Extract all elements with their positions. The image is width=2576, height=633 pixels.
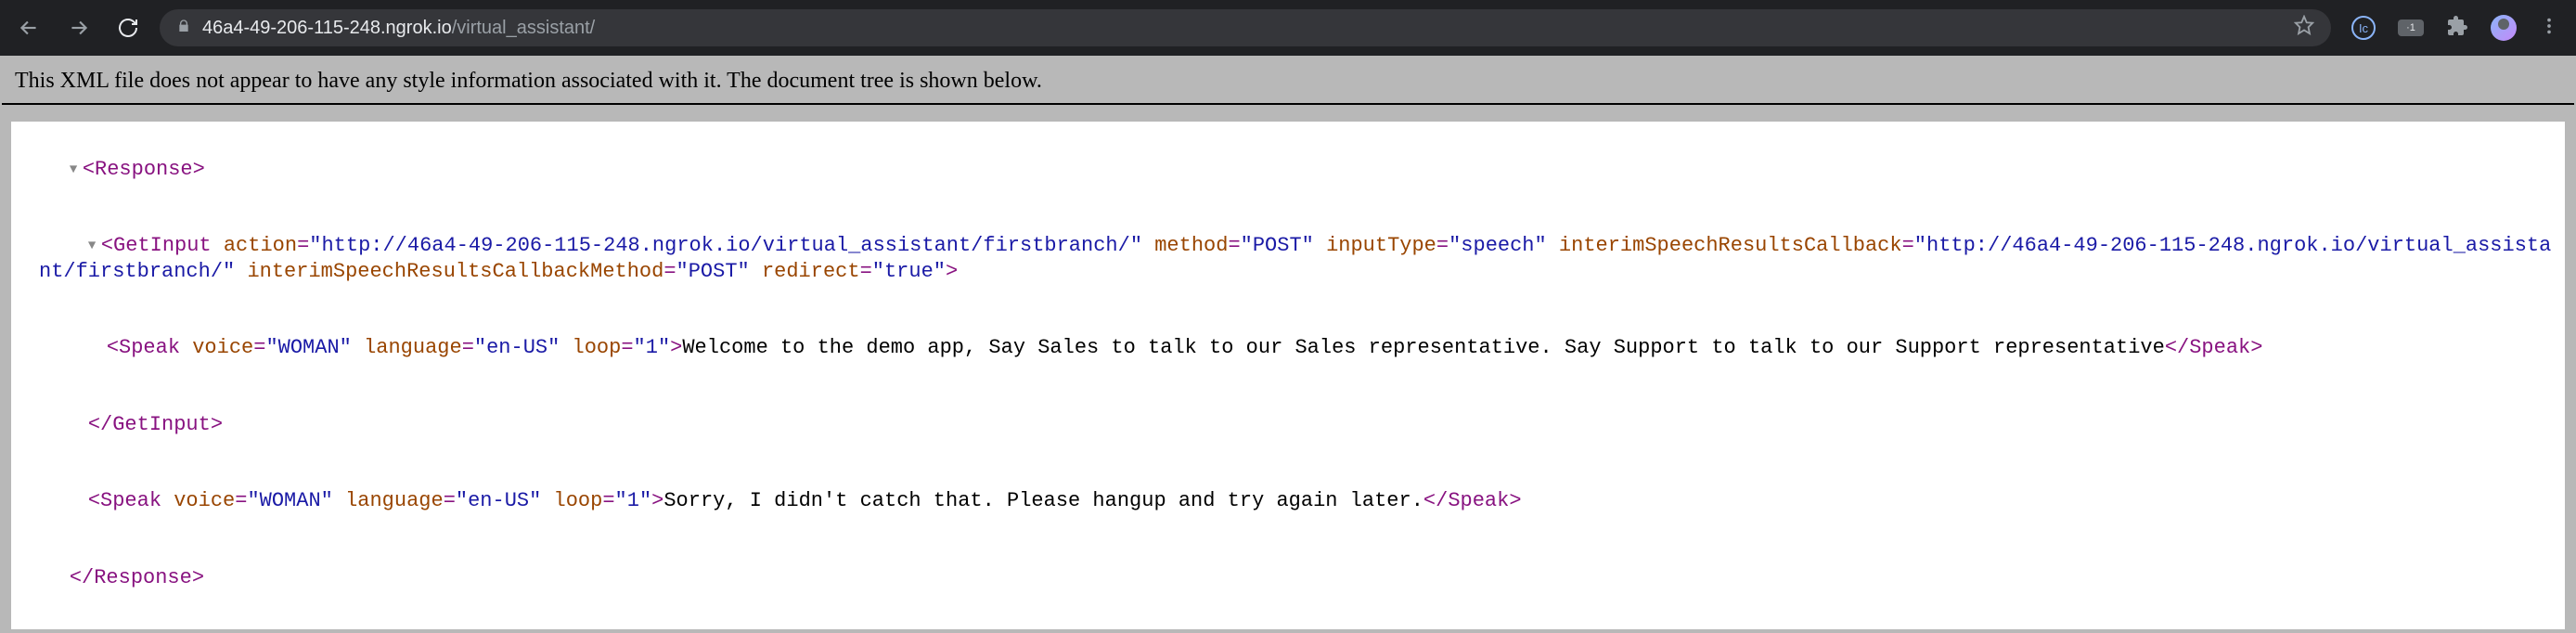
speak1-text: Welcome to the demo app, Say Sales to ta… [682,336,2164,359]
xml-node-speak1[interactable]: <Speak voice="WOMAN" language="en-US" lo… [58,310,2556,387]
extension-circle-icon[interactable]: Ic [2351,16,2376,40]
xml-node-getinput-close[interactable]: </GetInput> [39,386,2556,463]
xml-node-response-close[interactable]: </Response> [20,539,2556,616]
toolbar-right-group: Ic ·1 [2351,15,2559,42]
reload-button[interactable] [117,17,139,39]
url-text: 46a4-49-206-115-248.ngrok.io/virtual_ass… [202,18,2283,39]
extensions-puzzle-icon[interactable] [2446,15,2468,42]
xml-info-banner: This XML file does not appear to have an… [2,56,2574,105]
profile-avatar[interactable] [2491,15,2517,41]
extension-badge-icon[interactable]: ·1 [2398,19,2424,36]
kebab-menu-icon[interactable] [2539,16,2559,41]
disclosure-triangle-icon[interactable]: ▼ [88,239,101,255]
bookmark-star-icon[interactable] [2294,15,2314,41]
xml-tree-panel: ▼<Response> ▼<GetInput action="http://46… [11,122,2565,629]
address-bar[interactable]: 46a4-49-206-115-248.ngrok.io/virtual_ass… [160,9,2331,46]
url-host: 46a4-49-206-115-248.ngrok.io [202,18,452,38]
back-button[interactable] [17,16,41,40]
browser-toolbar: 46a4-49-206-115-248.ngrok.io/virtual_ass… [0,0,2576,56]
lock-icon [176,18,191,39]
xml-node-response-open[interactable]: ▼<Response> [20,131,2556,208]
xml-node-getinput-open[interactable]: ▼<GetInput action="http://46a4-49-206-11… [39,208,2556,310]
disclosure-triangle-icon[interactable]: ▼ [70,162,83,179]
forward-button[interactable] [67,16,91,40]
nav-button-group [17,16,139,40]
url-path: /virtual_assistant/ [452,18,596,38]
